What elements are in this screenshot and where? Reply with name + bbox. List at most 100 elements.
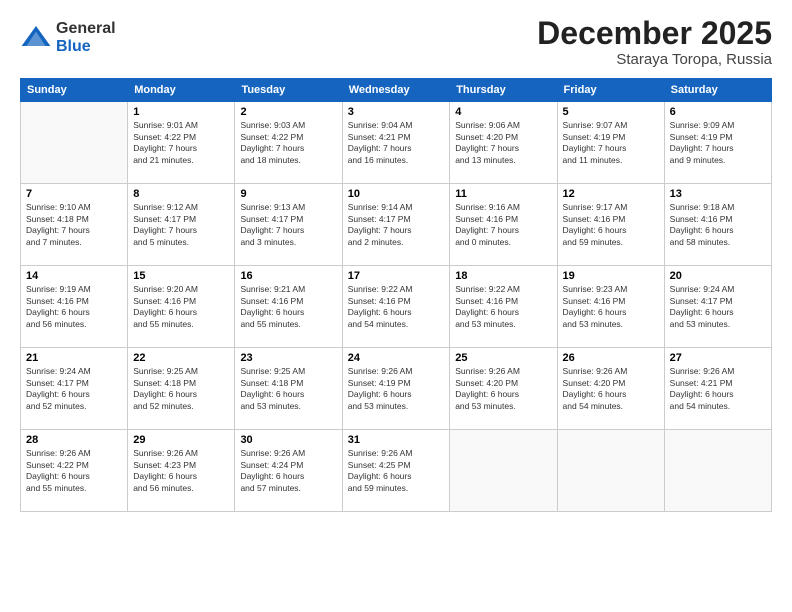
- cell-date: 1: [133, 106, 229, 118]
- page: General Blue December 2025 Staraya Torop…: [0, 0, 792, 612]
- cell-date: 23: [240, 352, 336, 364]
- cell-info: Sunrise: 9:22 AMSunset: 4:16 PMDaylight:…: [455, 284, 551, 330]
- cell-date: 4: [455, 106, 551, 118]
- logo: General Blue: [20, 20, 116, 55]
- table-row: 16Sunrise: 9:21 AMSunset: 4:16 PMDayligh…: [235, 266, 342, 348]
- header-saturday: Saturday: [664, 79, 771, 102]
- calendar-week-row: 14 Sunrise: 9:19 AMSunset: 4:16 PMDayligh…: [21, 266, 772, 348]
- cell-date: 17: [348, 270, 445, 282]
- table-row: [21, 102, 128, 184]
- table-row: 25 Sunrise: 9:26 AMSunset: 4:20 PMDayligh…: [450, 348, 557, 430]
- table-row: 14 Sunrise: 9:19 AMSunset: 4:16 PMDayligh…: [21, 266, 128, 348]
- table-row: 5 Sunrise: 9:07 AMSunset: 4:19 PMDaylight…: [557, 102, 664, 184]
- cell-date: 5: [563, 106, 659, 118]
- cell-info: Sunrise: 9:07 AMSunset: 4:19 PMDaylight:…: [563, 120, 659, 166]
- cell-date: 8: [133, 188, 229, 200]
- cell-date: 7: [26, 188, 122, 200]
- cell-date: 26: [563, 352, 659, 364]
- table-row: 29Sunrise: 9:26 AMSunset: 4:23 PMDayligh…: [128, 430, 235, 512]
- logo-general: General: [56, 20, 116, 38]
- cell-info: Sunrise: 9:25 AMSunset: 4:18 PMDaylight:…: [133, 366, 229, 412]
- cell-info: Sunrise: 9:19 AMSunset: 4:16 PMDaylight:…: [26, 284, 122, 330]
- cell-info: Sunrise: 9:10 AMSunset: 4:18 PMDaylight:…: [26, 202, 122, 248]
- calendar-week-row: 21 Sunrise: 9:24 AMSunset: 4:17 PMDayligh…: [21, 348, 772, 430]
- table-row: 18 Sunrise: 9:22 AMSunset: 4:16 PMDayligh…: [450, 266, 557, 348]
- cell-date: 11: [455, 188, 551, 200]
- cell-date: 9: [240, 188, 336, 200]
- cell-info: Sunrise: 9:26 AMSunset: 4:23 PMDaylight:…: [133, 448, 229, 494]
- header-thursday: Thursday: [450, 79, 557, 102]
- cell-info: Sunrise: 9:18 AMSunset: 4:16 PMDaylight:…: [670, 202, 766, 248]
- table-row: 26 Sunrise: 9:26 AMSunset: 4:20 PMDayligh…: [557, 348, 664, 430]
- title-block: December 2025 Staraya Toropa, Russia: [537, 16, 772, 68]
- table-row: 15Sunrise: 9:20 AMSunset: 4:16 PMDayligh…: [128, 266, 235, 348]
- calendar-week-row: 1Sunrise: 9:01 AMSunset: 4:22 PMDaylight…: [21, 102, 772, 184]
- table-row: 11 Sunrise: 9:16 AMSunset: 4:16 PMDayligh…: [450, 184, 557, 266]
- header-sunday: Sunday: [21, 79, 128, 102]
- cell-info: Sunrise: 9:16 AMSunset: 4:16 PMDaylight:…: [455, 202, 551, 248]
- cell-date: 2: [240, 106, 336, 118]
- table-row: 30Sunrise: 9:26 AMSunset: 4:24 PMDayligh…: [235, 430, 342, 512]
- cell-info: Sunrise: 9:26 AMSunset: 4:19 PMDaylight:…: [348, 366, 445, 412]
- cell-info: Sunrise: 9:24 AMSunset: 4:17 PMDaylight:…: [670, 284, 766, 330]
- table-row: 17 Sunrise: 9:22 AMSunset: 4:16 PMDayligh…: [342, 266, 450, 348]
- cell-info: Sunrise: 9:26 AMSunset: 4:25 PMDaylight:…: [348, 448, 445, 494]
- cell-date: 15: [133, 270, 229, 282]
- cell-info: Sunrise: 9:04 AMSunset: 4:21 PMDaylight:…: [348, 120, 445, 166]
- cell-date: 31: [348, 434, 445, 446]
- cell-date: 6: [670, 106, 766, 118]
- table-row: 21 Sunrise: 9:24 AMSunset: 4:17 PMDayligh…: [21, 348, 128, 430]
- cell-info: Sunrise: 9:23 AMSunset: 4:16 PMDaylight:…: [563, 284, 659, 330]
- cell-date: 28: [26, 434, 122, 446]
- cell-date: 20: [670, 270, 766, 282]
- cell-info: Sunrise: 9:24 AMSunset: 4:17 PMDaylight:…: [26, 366, 122, 412]
- table-row: 2 Sunrise: 9:03 AMSunset: 4:22 PMDaylight…: [235, 102, 342, 184]
- table-row: [557, 430, 664, 512]
- logo-text: General Blue: [56, 20, 116, 55]
- table-row: 4Sunrise: 9:06 AMSunset: 4:20 PMDaylight…: [450, 102, 557, 184]
- subtitle: Staraya Toropa, Russia: [537, 51, 772, 68]
- table-row: 7 Sunrise: 9:10 AMSunset: 4:18 PMDaylight…: [21, 184, 128, 266]
- table-row: 20 Sunrise: 9:24 AMSunset: 4:17 PMDayligh…: [664, 266, 771, 348]
- cell-date: 16: [240, 270, 336, 282]
- cell-date: 10: [348, 188, 445, 200]
- cell-date: 14: [26, 270, 122, 282]
- cell-date: 3: [348, 106, 445, 118]
- table-row: 13 Sunrise: 9:18 AMSunset: 4:16 PMDayligh…: [664, 184, 771, 266]
- calendar: Sunday Monday Tuesday Wednesday Thursday…: [20, 78, 772, 512]
- cell-date: 18: [455, 270, 551, 282]
- cell-info: Sunrise: 9:26 AMSunset: 4:22 PMDaylight:…: [26, 448, 122, 494]
- table-row: 23 Sunrise: 9:25 AMSunset: 4:18 PMDayligh…: [235, 348, 342, 430]
- cell-info: Sunrise: 9:13 AMSunset: 4:17 PMDaylight:…: [240, 202, 336, 248]
- cell-info: Sunrise: 9:22 AMSunset: 4:16 PMDaylight:…: [348, 284, 445, 330]
- cell-info: Sunrise: 9:26 AMSunset: 4:20 PMDaylight:…: [563, 366, 659, 412]
- header-monday: Monday: [128, 79, 235, 102]
- header-tuesday: Tuesday: [235, 79, 342, 102]
- table-row: 10 Sunrise: 9:14 AMSunset: 4:17 PMDayligh…: [342, 184, 450, 266]
- calendar-week-row: 7 Sunrise: 9:10 AMSunset: 4:18 PMDaylight…: [21, 184, 772, 266]
- cell-info: Sunrise: 9:03 AMSunset: 4:22 PMDaylight:…: [240, 120, 336, 166]
- cell-date: 12: [563, 188, 659, 200]
- cell-date: 22: [133, 352, 229, 364]
- logo-blue: Blue: [56, 38, 116, 56]
- month-title: December 2025: [537, 16, 772, 51]
- table-row: 24 Sunrise: 9:26 AMSunset: 4:19 PMDayligh…: [342, 348, 450, 430]
- cell-info: Sunrise: 9:14 AMSunset: 4:17 PMDaylight:…: [348, 202, 445, 248]
- cell-date: 24: [348, 352, 445, 364]
- cell-date: 27: [670, 352, 766, 364]
- table-row: 8Sunrise: 9:12 AMSunset: 4:17 PMDaylight…: [128, 184, 235, 266]
- logo-icon: [20, 22, 52, 54]
- header: General Blue December 2025 Staraya Torop…: [20, 16, 772, 68]
- table-row: 9 Sunrise: 9:13 AMSunset: 4:17 PMDaylight…: [235, 184, 342, 266]
- table-row: [664, 430, 771, 512]
- table-row: 12Sunrise: 9:17 AMSunset: 4:16 PMDayligh…: [557, 184, 664, 266]
- table-row: 19Sunrise: 9:23 AMSunset: 4:16 PMDayligh…: [557, 266, 664, 348]
- cell-info: Sunrise: 9:26 AMSunset: 4:20 PMDaylight:…: [455, 366, 551, 412]
- cell-date: 25: [455, 352, 551, 364]
- cell-date: 13: [670, 188, 766, 200]
- cell-info: Sunrise: 9:26 AMSunset: 4:21 PMDaylight:…: [670, 366, 766, 412]
- table-row: 31 Sunrise: 9:26 AMSunset: 4:25 PMDayligh…: [342, 430, 450, 512]
- table-row: 22 Sunrise: 9:25 AMSunset: 4:18 PMDayligh…: [128, 348, 235, 430]
- cell-date: 21: [26, 352, 122, 364]
- cell-info: Sunrise: 9:25 AMSunset: 4:18 PMDaylight:…: [240, 366, 336, 412]
